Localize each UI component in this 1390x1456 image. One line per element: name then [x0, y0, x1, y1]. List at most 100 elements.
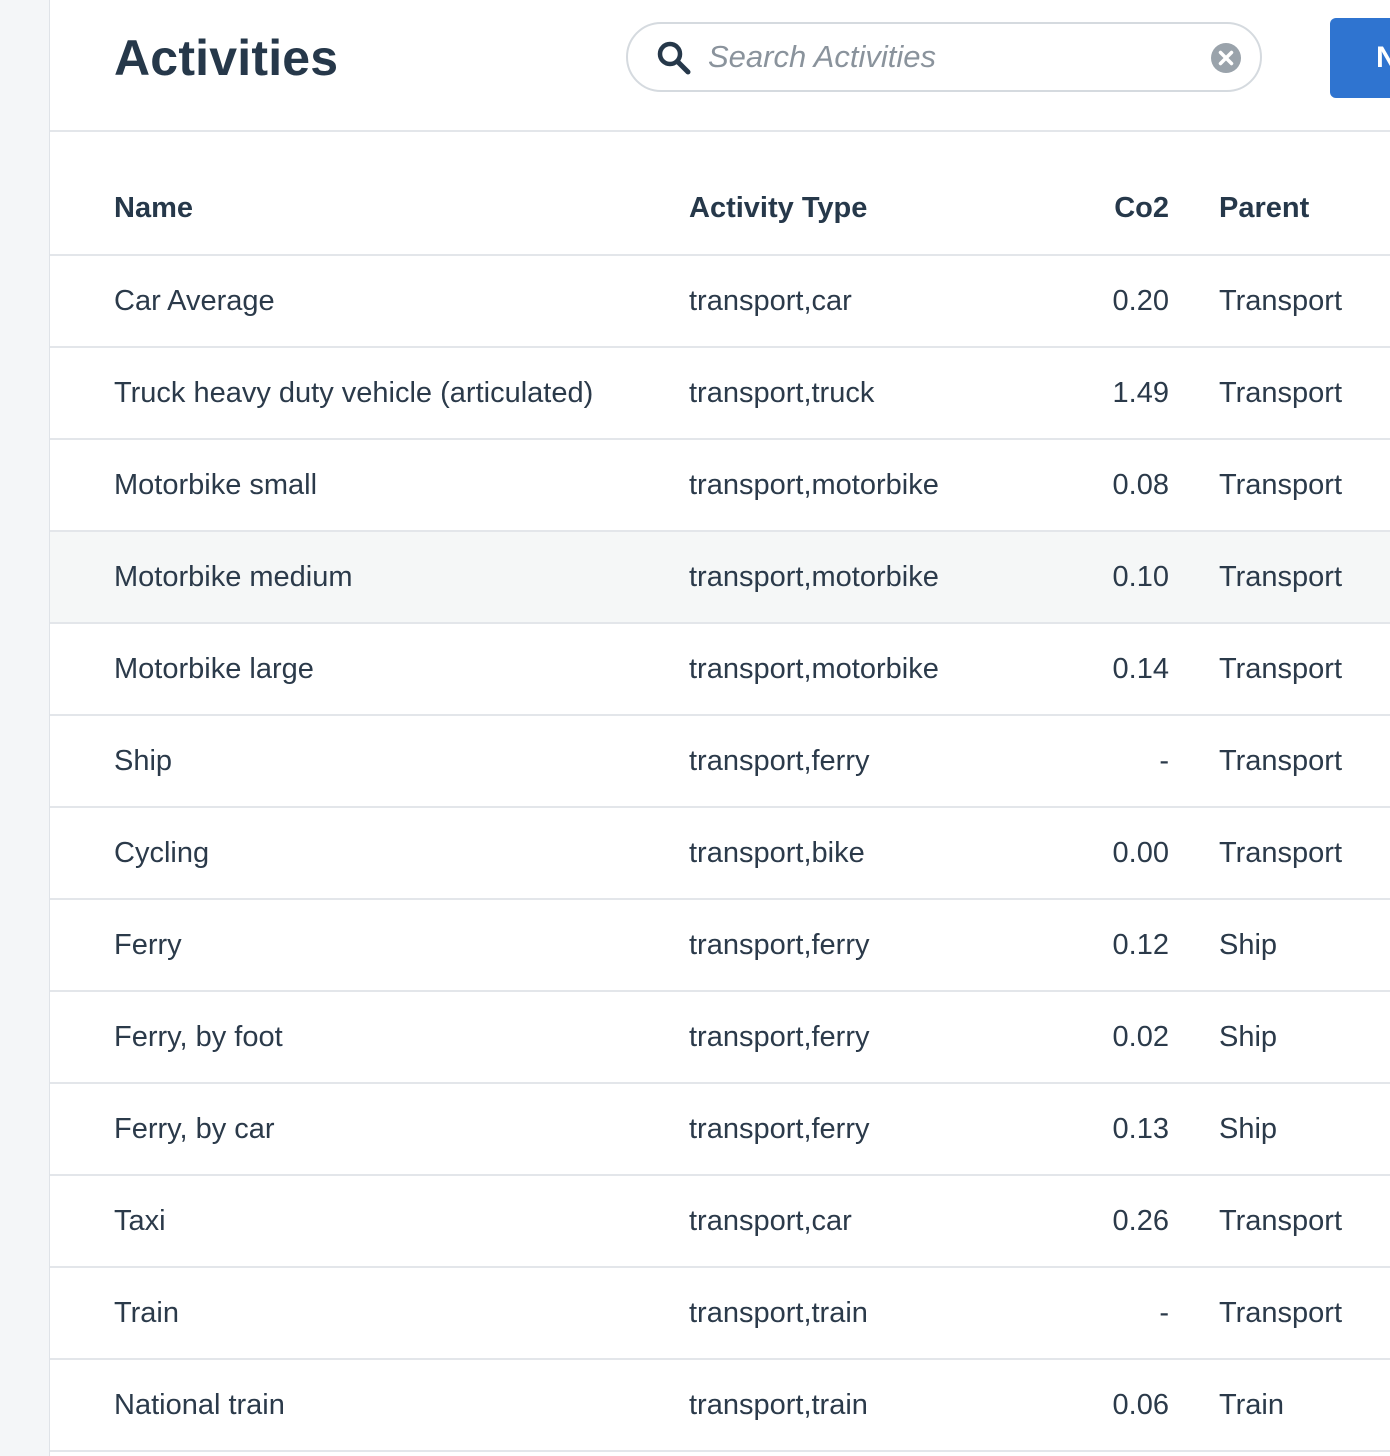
cell-parent: Transport: [1219, 347, 1390, 440]
cell-name: Taxi: [114, 1175, 689, 1268]
cell-activity-type: transport,ferry: [689, 991, 1059, 1084]
cell-name: Ferry: [114, 899, 689, 992]
table-row[interactable]: Truck heavy duty vehicle (articulated) tr…: [50, 347, 1390, 440]
cell-activity-type: transport,bike: [689, 807, 1059, 900]
cell-name: National train: [114, 1359, 689, 1452]
cell-co2: 0.06: [1059, 1359, 1169, 1452]
main-content: Activities N Nam: [50, 0, 1390, 1456]
table-row[interactable]: Cycling transport,bike 0.00 Transport: [50, 807, 1390, 900]
cell-parent: Transport: [1219, 807, 1390, 900]
left-sidebar-edge: [0, 0, 50, 1456]
cell-name: Cycling: [114, 807, 689, 900]
cell-activity-type: transport,train: [689, 1359, 1059, 1452]
cell-parent: Transport: [1219, 531, 1390, 624]
cell-activity-type: transport,train: [689, 1267, 1059, 1360]
cell-name: Train: [114, 1267, 689, 1360]
row-spacer: [1169, 1359, 1219, 1452]
row-spacer: [50, 1359, 114, 1452]
row-spacer: [50, 347, 114, 440]
cell-parent: Transport: [1219, 1175, 1390, 1268]
row-spacer: [50, 623, 114, 716]
row-spacer: [50, 531, 114, 624]
header-spacer: [50, 162, 114, 256]
cell-co2: 0.02: [1059, 991, 1169, 1084]
cell-activity-type: transport,car: [689, 1175, 1059, 1268]
table-row[interactable]: Ferry, by car transport,ferry 0.13 Ship: [50, 1083, 1390, 1176]
table-row[interactable]: Ship transport,ferry - Transport: [50, 715, 1390, 808]
cell-parent: Transport: [1219, 715, 1390, 808]
page-title: Activities: [114, 30, 339, 86]
search-icon: [657, 41, 691, 75]
table-row[interactable]: National train transport,train 0.06 Train: [50, 1359, 1390, 1452]
row-spacer: [50, 1083, 114, 1176]
row-spacer: [1169, 623, 1219, 716]
clear-icon[interactable]: [1210, 42, 1242, 74]
row-spacer: [1169, 991, 1219, 1084]
cell-activity-type: transport,ferry: [689, 715, 1059, 808]
cell-parent: Transport: [1219, 439, 1390, 532]
cell-activity-type: transport,motorbike: [689, 531, 1059, 624]
row-spacer: [1169, 347, 1219, 440]
cell-name: Car Average: [114, 255, 689, 348]
row-spacer: [50, 807, 114, 900]
table-row[interactable]: Ferry, by foot transport,ferry 0.02 Ship: [50, 991, 1390, 1084]
column-header-name[interactable]: Name: [114, 162, 689, 256]
table-row[interactable]: Ferry transport,ferry 0.12 Ship: [50, 899, 1390, 992]
cell-name: Ship: [114, 715, 689, 808]
cell-co2: 0.20: [1059, 255, 1169, 348]
cell-co2: 0.13: [1059, 1083, 1169, 1176]
row-spacer: [50, 255, 114, 348]
row-spacer: [50, 991, 114, 1084]
row-spacer: [50, 439, 114, 532]
cell-activity-type: transport,car: [689, 255, 1059, 348]
row-spacer: [50, 899, 114, 992]
cell-parent: Transport: [1219, 623, 1390, 716]
row-spacer: [1169, 531, 1219, 624]
cell-co2: 1.49: [1059, 347, 1169, 440]
table-row[interactable]: Motorbike small transport,motorbike 0.08 Tr…: [50, 439, 1390, 532]
cell-co2: -: [1059, 715, 1169, 808]
table-body: Car Average transport,car 0.20 Transport Tru…: [50, 255, 1390, 1452]
new-activity-button[interactable]: N: [1330, 18, 1390, 98]
row-spacer: [50, 1267, 114, 1360]
table-row[interactable]: Car Average transport,car 0.20 Transport: [50, 255, 1390, 348]
cell-activity-type: transport,motorbike: [689, 439, 1059, 532]
cell-activity-type: transport,truck: [689, 347, 1059, 440]
row-spacer: [50, 1175, 114, 1268]
cell-name: Motorbike medium: [114, 531, 689, 624]
table-row[interactable]: Motorbike large transport,motorbike 0.14 Tr…: [50, 623, 1390, 716]
cell-co2: 0.10: [1059, 531, 1169, 624]
cell-parent: Transport: [1219, 1267, 1390, 1360]
cell-co2: 0.26: [1059, 1175, 1169, 1268]
table-row[interactable]: Train transport,train - Transport: [50, 1267, 1390, 1360]
row-spacer: [1169, 255, 1219, 348]
activities-table: Name Activity Type Co2 Parent Car Averag…: [50, 162, 1390, 1452]
row-spacer: [1169, 715, 1219, 808]
table-header-row: Name Activity Type Co2 Parent: [50, 162, 1390, 256]
cell-co2: -: [1059, 1267, 1169, 1360]
search-input[interactable]: [708, 34, 1188, 80]
cell-co2: 0.12: [1059, 899, 1169, 992]
cell-parent: Transport: [1219, 255, 1390, 348]
cell-parent: Ship: [1219, 991, 1390, 1084]
cell-name: Ferry, by foot: [114, 991, 689, 1084]
cell-parent: Ship: [1219, 899, 1390, 992]
cell-activity-type: transport,motorbike: [689, 623, 1059, 716]
cell-name: Ferry, by car: [114, 1083, 689, 1176]
table-row[interactable]: Motorbike medium transport,motorbike 0.10 T…: [50, 531, 1390, 624]
row-spacer: [1169, 807, 1219, 900]
row-spacer: [1169, 899, 1219, 992]
page-header: Activities N: [50, 0, 1390, 132]
column-header-co2[interactable]: Co2: [1059, 162, 1169, 256]
column-header-activity-type[interactable]: Activity Type: [689, 162, 1059, 256]
row-spacer: [1169, 1083, 1219, 1176]
table-row[interactable]: Taxi transport,car 0.26 Transport: [50, 1175, 1390, 1268]
cell-co2: 0.08: [1059, 439, 1169, 532]
column-header-parent[interactable]: Parent: [1219, 162, 1390, 256]
cell-name: Motorbike small: [114, 439, 689, 532]
cell-parent: Train: [1219, 1359, 1390, 1452]
search-box[interactable]: [626, 22, 1262, 92]
row-spacer: [1169, 1175, 1219, 1268]
cell-activity-type: transport,ferry: [689, 899, 1059, 992]
cell-name: Motorbike large: [114, 623, 689, 716]
